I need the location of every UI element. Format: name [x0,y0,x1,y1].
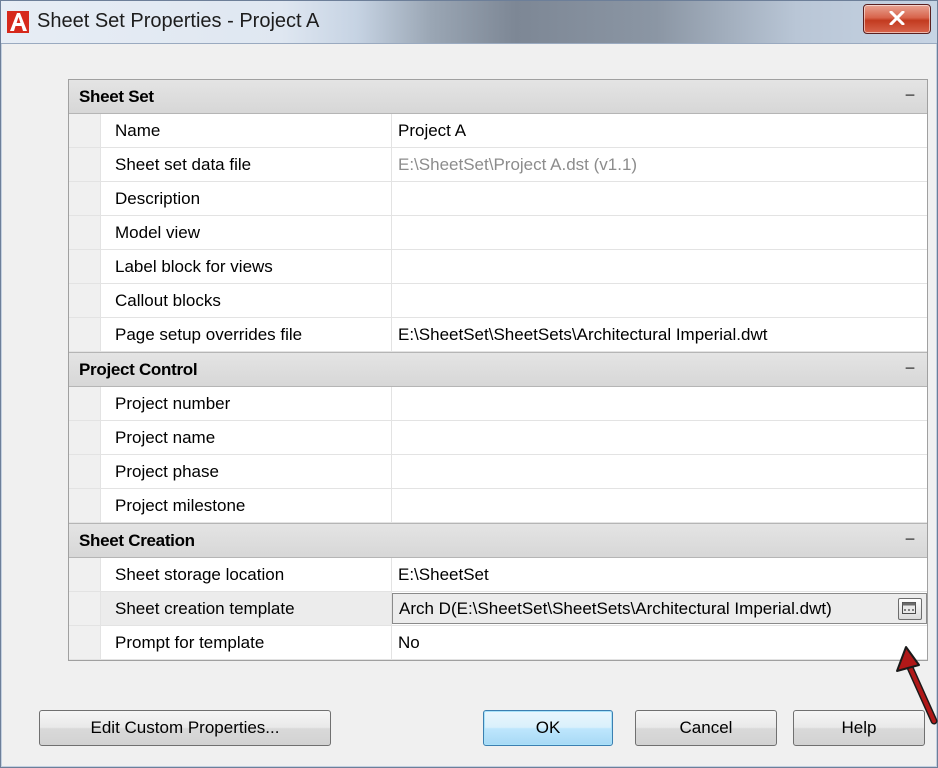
property-value-text: Arch D(E:\SheetSet\SheetSets\Architectur… [399,598,832,618]
property-value-field[interactable]: Arch D(E:\SheetSet\SheetSets\Architectur… [392,593,927,624]
property-label: Project name [101,421,392,454]
property-row-prompt-template[interactable]: Prompt for template No [69,626,927,660]
edit-custom-properties-button[interactable]: Edit Custom Properties... [39,710,331,746]
property-value-field[interactable] [392,182,927,215]
category-title: Sheet Creation [79,530,195,550]
category-project-control[interactable]: Project Control − [69,352,927,387]
property-value-field[interactable] [392,455,927,488]
property-label: Label block for views [101,250,392,283]
property-label: Description [101,182,392,215]
property-row-description[interactable]: Description [69,182,927,216]
category-sheet-creation[interactable]: Sheet Creation − [69,523,927,558]
autocad-app-icon [7,11,29,33]
property-row-model-view[interactable]: Model view [69,216,927,250]
browse-ellipsis-icon [902,602,916,614]
property-value-readonly: E:\SheetSet\Project A.dst (v1.1) [398,154,638,174]
property-value-field[interactable] [392,489,927,522]
dialog-content: Sheet Set − Name Project A Sheet set dat… [9,44,929,759]
annotation-arrow-icon [896,646,938,725]
property-value-field[interactable] [392,284,927,317]
close-button[interactable] [863,4,931,34]
collapse-toggle-icon[interactable]: − [901,358,919,379]
property-row-project-number[interactable]: Project number [69,387,927,421]
property-value-field[interactable] [392,216,927,249]
property-grid: Sheet Set − Name Project A Sheet set dat… [68,79,928,661]
category-title: Sheet Set [79,86,154,106]
property-row-project-milestone[interactable]: Project milestone [69,489,927,523]
property-label: Sheet storage location [101,558,392,591]
property-value-field[interactable] [392,421,927,454]
ok-button[interactable]: OK [483,710,613,746]
property-label: Project phase [101,455,392,488]
property-label: Model view [101,216,392,249]
property-row-project-name[interactable]: Project name [69,421,927,455]
browse-button[interactable] [898,598,922,620]
property-value-field[interactable]: Project A [392,114,927,147]
category-title: Project Control [79,359,198,379]
property-row-project-phase[interactable]: Project phase [69,455,927,489]
property-row-data-file[interactable]: Sheet set data file E:\SheetSet\Project … [69,148,927,182]
window-title: Sheet Set Properties - Project A [37,10,320,32]
property-label: Project milestone [101,489,392,522]
property-row-label-block[interactable]: Label block for views [69,250,927,284]
property-value-field[interactable] [392,387,927,420]
property-value-field[interactable]: E:\SheetSet [392,558,927,591]
property-label: Prompt for template [101,626,392,659]
property-value-field[interactable] [392,250,927,283]
collapse-toggle-icon[interactable]: − [901,85,919,106]
property-value-field[interactable]: No [392,626,927,659]
sheet-set-properties-dialog: Sheet Set Properties - Project A Sheet S… [0,0,938,768]
property-label: Sheet set data file [101,148,392,181]
property-row-name[interactable]: Name Project A [69,114,927,148]
collapse-toggle-icon[interactable]: − [901,529,919,550]
category-sheet-set[interactable]: Sheet Set − [69,80,927,114]
property-value-field[interactable]: E:\SheetSet\SheetSets\Architectural Impe… [392,318,927,351]
title-bar[interactable]: Sheet Set Properties - Project A [1,1,937,44]
property-row-storage-location[interactable]: Sheet storage location E:\SheetSet [69,558,927,592]
property-row-callout-blocks[interactable]: Callout blocks [69,284,927,318]
property-row-page-setup-overrides[interactable]: Page setup overrides file E:\SheetSet\Sh… [69,318,927,352]
cancel-button[interactable]: Cancel [635,710,777,746]
property-label: Sheet creation template [101,592,392,625]
property-label: Callout blocks [101,284,392,317]
property-label: Name [101,114,392,147]
property-row-creation-template[interactable]: Sheet creation template Arch D(E:\SheetS… [69,592,927,626]
property-label: Page setup overrides file [101,318,392,351]
close-icon [889,11,905,25]
property-label: Project number [101,387,392,420]
